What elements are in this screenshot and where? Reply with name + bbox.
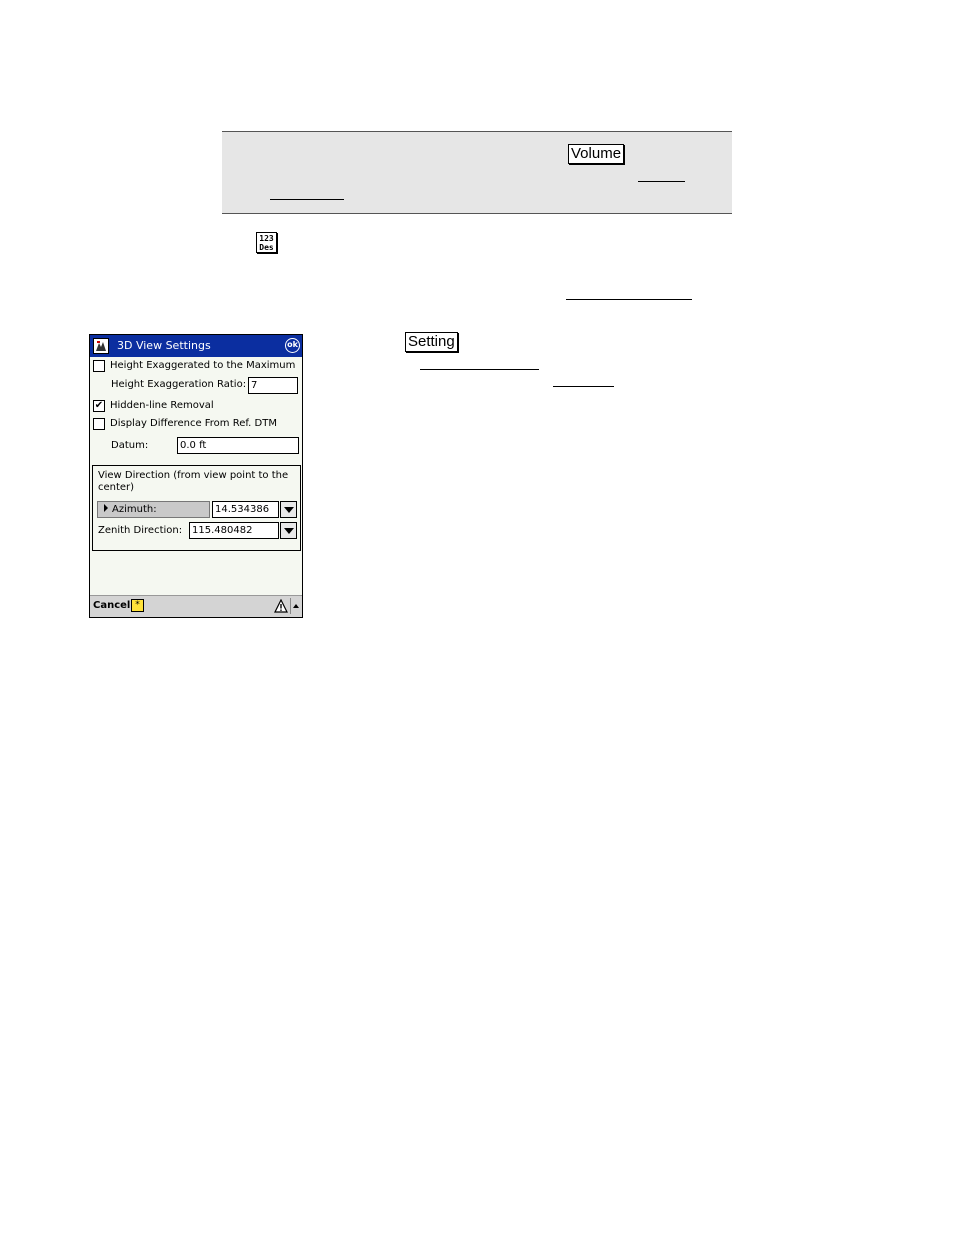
underline-link <box>270 199 344 200</box>
underline-link <box>566 299 692 300</box>
azimuth-button[interactable]: Azimuth: <box>97 501 210 518</box>
azimuth-dropdown-button[interactable] <box>280 501 297 518</box>
warning-icon[interactable] <box>274 599 288 613</box>
cancel-button[interactable]: Cancel <box>93 600 130 611</box>
datum-input[interactable]: 0.0 ft <box>177 437 299 454</box>
ratio-input[interactable]: 7 <box>248 377 298 394</box>
diff-checkbox[interactable] <box>93 418 105 430</box>
app-icon[interactable] <box>93 338 109 354</box>
star-icon[interactable]: * <box>131 599 144 612</box>
view-direction-title: View Direction (from view point to the c… <box>98 470 289 493</box>
sip-arrow-icon[interactable] <box>290 598 301 614</box>
setting-button[interactable]: Setting <box>405 332 458 352</box>
view-direction-group: View Direction (from view point to the c… <box>92 465 301 551</box>
diff-checkbox-row[interactable]: Display Difference From Ref. DTM <box>93 417 298 431</box>
height-max-checkbox-row[interactable]: Height Exaggerated to the Maximum <box>93 359 298 373</box>
azimuth-label: Azimuth: <box>112 504 157 515</box>
volume-button[interactable]: Volume <box>568 144 625 164</box>
underline-link <box>638 181 685 182</box>
underline-link <box>553 386 614 387</box>
height-max-checkbox[interactable] <box>93 360 105 372</box>
zenith-input[interactable]: 115.480482 <box>189 522 279 539</box>
diff-label: Display Difference From Ref. DTM <box>110 418 277 429</box>
hidden-line-checkbox-row[interactable]: ✔ Hidden-line Removal <box>93 399 298 413</box>
hidden-line-checkbox[interactable]: ✔ <box>93 400 105 412</box>
dialog-title: 3D View Settings <box>117 339 211 352</box>
zenith-dropdown-button[interactable] <box>280 522 297 539</box>
height-max-label: Height Exaggerated to the Maximum <box>110 360 296 371</box>
underline-link <box>420 369 539 370</box>
calculator-icon: 123 Des <box>256 232 277 253</box>
datum-label: Datum: <box>111 440 149 451</box>
device-screen: 3D View Settings ok Height Exaggerated t… <box>89 334 303 618</box>
ok-button[interactable]: ok <box>285 338 300 353</box>
azimuth-input[interactable]: 14.534386 <box>212 501 279 518</box>
hidden-line-label: Hidden-line Removal <box>110 400 214 411</box>
note-box <box>222 131 732 214</box>
play-icon <box>104 504 108 512</box>
zenith-label: Zenith Direction: <box>98 525 183 536</box>
title-bar: 3D View Settings ok <box>90 335 302 357</box>
ratio-label: Height Exaggeration Ratio: <box>111 379 247 390</box>
command-bar: Cancel * <box>90 595 302 617</box>
